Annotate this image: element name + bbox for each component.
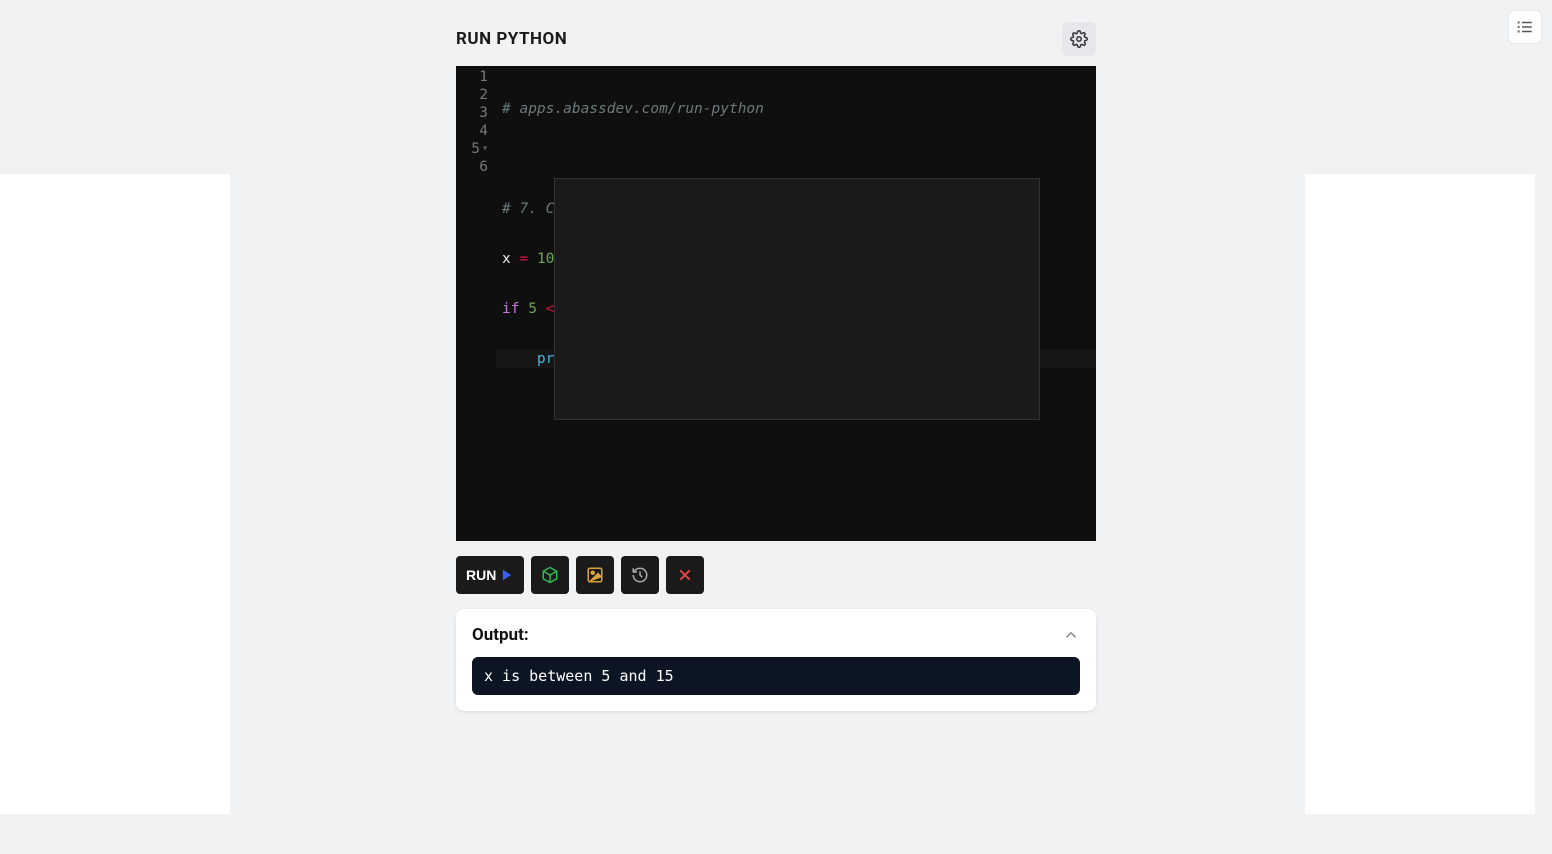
ad-placeholder-right <box>1305 174 1535 814</box>
fold-marker-icon[interactable]: ▾ <box>482 140 488 158</box>
output-title: Output: <box>472 625 529 645</box>
line-number: 3 <box>456 104 496 122</box>
list-icon <box>1516 18 1534 36</box>
output-content: x is between 5 and 15 <box>472 657 1080 695</box>
line-number: 6 <box>456 158 496 176</box>
code-comment: # apps.abassdev.com/run-python <box>502 101 764 117</box>
packages-button[interactable] <box>531 556 569 594</box>
ad-placeholder-left <box>0 174 230 814</box>
chevron-up-icon[interactable] <box>1062 626 1080 644</box>
line-number: 4 <box>456 122 496 140</box>
line-number: 2 <box>456 86 496 104</box>
editor-code-area[interactable]: # apps.abassdev.com/run-python # 7. Chai… <box>496 66 1096 541</box>
editor-gutter: 1 2 3 4 5▾ 6 <box>456 66 496 541</box>
close-icon <box>677 567 693 583</box>
gear-icon <box>1070 30 1088 48</box>
run-button-label: RUN <box>466 567 496 583</box>
cube-icon <box>541 566 559 584</box>
image-icon <box>586 566 604 584</box>
history-icon <box>631 566 649 584</box>
image-button[interactable] <box>576 556 614 594</box>
page-header: RUN PYTHON <box>456 22 1096 56</box>
line-number: 5▾ <box>456 140 496 158</box>
play-icon <box>500 568 514 582</box>
autocomplete-popup[interactable] <box>554 178 1040 420</box>
menu-button[interactable] <box>1508 10 1542 44</box>
clear-button[interactable] <box>666 556 704 594</box>
run-button[interactable]: RUN <box>456 556 524 594</box>
output-panel: Output: x is between 5 and 15 <box>456 609 1096 711</box>
line-number: 1 <box>456 68 496 86</box>
code-editor[interactable]: 1 2 3 4 5▾ 6 # apps.abassdev.com/run-pyt… <box>456 66 1096 541</box>
page-title: RUN PYTHON <box>456 29 567 49</box>
history-button[interactable] <box>621 556 659 594</box>
settings-button[interactable] <box>1062 22 1096 56</box>
editor-toolbar: RUN <box>456 556 1096 594</box>
